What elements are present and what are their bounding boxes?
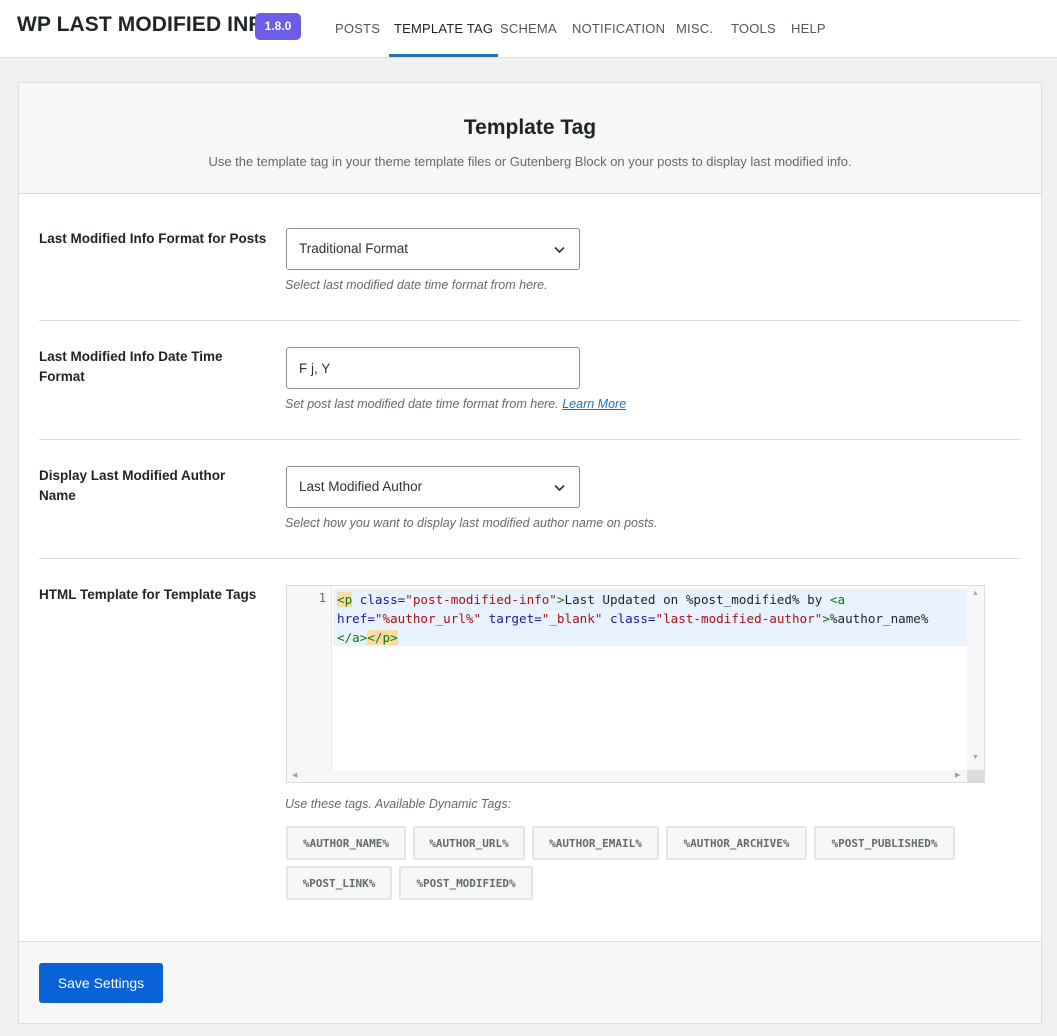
tab-misc[interactable]: MISC.: [676, 0, 713, 57]
save-settings-button[interactable]: Save Settings: [39, 963, 163, 1003]
code-token: </p>: [367, 630, 398, 645]
code-token: class=: [602, 611, 656, 626]
line-number: 1: [318, 591, 326, 605]
dynamic-tags-label: Use these tags. Available Dynamic Tags:: [285, 797, 512, 811]
top-header: WP LAST MODIFIED INFO 1.8.0 POSTS TEMPLA…: [0, 0, 1057, 58]
version-badge: 1.8.0: [255, 13, 301, 40]
code-content[interactable]: <p class="post-modified-info">Last Updat…: [337, 590, 967, 647]
author-label: Display Last Modified Author Name: [39, 468, 226, 503]
panel-footer: Save Settings: [19, 941, 1041, 1023]
format-select[interactable]: Traditional Format: [286, 228, 580, 270]
format-select-value: Traditional Format: [299, 241, 409, 256]
tag-author-archive[interactable]: %AUTHOR_ARCHIVE%: [666, 826, 807, 860]
divider: [39, 320, 1021, 321]
author-select[interactable]: Last Modified Author: [286, 466, 580, 508]
author-select-value: Last Modified Author: [299, 479, 423, 494]
page-title: Template Tag: [463, 116, 597, 139]
scrollbar-corner: [967, 770, 984, 782]
code-token: %author_name%: [829, 611, 929, 626]
code-token: "post-modified-info": [405, 592, 557, 607]
tag-post-link[interactable]: %POST_LINK%: [286, 866, 392, 900]
code-token: >: [556, 592, 565, 607]
panel-header: Template Tag Use the template tag in you…: [19, 83, 1041, 194]
code-token: <a: [829, 592, 846, 607]
vertical-scrollbar[interactable]: ▲ ▼: [967, 586, 984, 772]
datetime-format-input[interactable]: [286, 347, 580, 389]
chevron-down-icon: [554, 484, 565, 492]
code-token: href=: [337, 611, 375, 626]
template-label: HTML Template for Template Tags: [39, 587, 257, 602]
scroll-right-icon[interactable]: ▶: [955, 772, 960, 780]
divider: [39, 439, 1021, 440]
code-editor[interactable]: 1 <p class="post-modified-info">Last Upd…: [286, 585, 985, 783]
scroll-left-icon[interactable]: ◀: [292, 772, 297, 780]
scroll-down-icon[interactable]: ▼: [972, 754, 979, 762]
tab-help[interactable]: HELP: [791, 0, 826, 57]
page-description: Use the template tag in your theme templ…: [208, 154, 852, 169]
author-description: Select how you want to display last modi…: [285, 516, 658, 530]
tag-author-url[interactable]: %AUTHOR_URL%: [413, 826, 525, 860]
datetime-description: Set post last modified date time format …: [285, 397, 626, 411]
tab-schema[interactable]: SCHEMA: [500, 0, 557, 57]
code-token: "%author_url%": [374, 611, 482, 626]
code-token: <p: [337, 592, 353, 607]
settings-panel: Template Tag Use the template tag in you…: [18, 82, 1042, 1024]
code-token: >: [822, 611, 830, 626]
tab-posts[interactable]: POSTS: [335, 0, 380, 57]
divider: [39, 558, 1021, 559]
tag-author-email[interactable]: %AUTHOR_EMAIL%: [532, 826, 659, 860]
code-token: </a>: [337, 630, 368, 645]
tab-tools[interactable]: TOOLS: [731, 0, 776, 57]
datetime-description-text: Set post last modified date time format …: [285, 397, 559, 411]
app-title: WP LAST MODIFIED INFO: [17, 13, 278, 36]
datetime-label: Last Modified Info Date Time Format: [39, 349, 223, 384]
chevron-down-icon: [554, 246, 565, 254]
format-label: Last Modified Info Format for Posts: [39, 231, 267, 246]
scroll-up-icon[interactable]: ▲: [972, 590, 979, 598]
editor-gutter: 1: [287, 586, 332, 772]
tag-post-published[interactable]: %POST_PUBLISHED%: [814, 826, 955, 860]
format-description: Select last modified date time format fr…: [285, 278, 548, 292]
code-token: target=: [481, 611, 542, 626]
horizontal-scrollbar[interactable]: ◀ ▶: [287, 770, 969, 782]
tag-author-name[interactable]: %AUTHOR_NAME%: [286, 826, 406, 860]
code-token: "_blank": [541, 611, 603, 626]
tab-notification[interactable]: NOTIFICATION: [572, 0, 665, 57]
code-token: "last-modified-author": [655, 611, 823, 626]
code-token: Last Updated on %post_modified% by: [564, 592, 830, 607]
tab-template-tag[interactable]: TEMPLATE TAG: [388, 0, 499, 57]
learn-more-link[interactable]: Learn More: [562, 397, 626, 411]
code-token: class=: [352, 592, 406, 607]
tag-post-modified[interactable]: %POST_MODIFIED%: [399, 866, 533, 900]
